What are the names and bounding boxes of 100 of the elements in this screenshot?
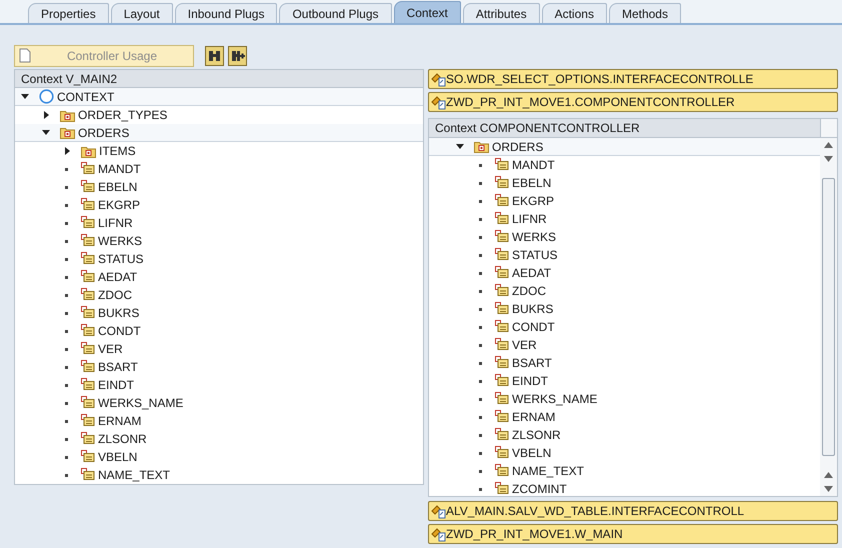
tree-node[interactable]: ZDOC bbox=[512, 282, 546, 300]
find-next-button[interactable] bbox=[228, 46, 247, 66]
attribute-icon bbox=[495, 464, 509, 478]
expanded-arrow-icon[interactable] bbox=[456, 144, 464, 149]
tree-node[interactable]: BSART bbox=[512, 354, 552, 372]
tab[interactable]: Properties bbox=[28, 3, 109, 23]
tree-node[interactable]: WERKS bbox=[98, 232, 142, 250]
tree-node[interactable]: WERKS_NAME bbox=[512, 390, 598, 408]
scroll-up-icon[interactable] bbox=[824, 142, 833, 148]
bullet-icon bbox=[479, 218, 482, 220]
controller-button[interactable]: ZWD_PR_INT_MOVE1.W_MAIN bbox=[428, 524, 838, 544]
tree-node[interactable]: EKGRP bbox=[98, 196, 140, 214]
tree-node[interactable]: VER bbox=[512, 336, 537, 354]
document-icon bbox=[19, 48, 31, 63]
tree-node[interactable]: ORDERS bbox=[78, 124, 130, 142]
tree-node[interactable]: ZLSONR bbox=[512, 426, 561, 444]
bullet-icon bbox=[65, 474, 68, 476]
tab[interactable]: Methods bbox=[608, 3, 681, 23]
tree-node[interactable]: NAME_TEXT bbox=[512, 462, 584, 480]
bullet-icon bbox=[479, 290, 482, 292]
bullet-icon bbox=[65, 276, 68, 278]
expanded-arrow-icon[interactable] bbox=[21, 94, 29, 99]
attribute-icon bbox=[495, 230, 509, 244]
collapsed-arrow-icon[interactable] bbox=[65, 147, 70, 155]
tree-node[interactable]: ZLSONR bbox=[98, 430, 147, 448]
attribute-icon bbox=[495, 446, 509, 460]
attribute-icon bbox=[81, 270, 95, 284]
tab[interactable]: Context bbox=[394, 1, 461, 23]
tree-node[interactable]: BUKRS bbox=[512, 300, 554, 318]
attribute-icon bbox=[495, 266, 509, 280]
controller-icon bbox=[431, 504, 446, 518]
tree-node[interactable]: VER bbox=[98, 340, 123, 358]
tree-node[interactable]: LIFNR bbox=[512, 210, 547, 228]
expanded-arrow-icon[interactable] bbox=[42, 130, 50, 135]
attribute-icon bbox=[81, 288, 95, 302]
tree-node[interactable]: AEDAT bbox=[512, 264, 552, 282]
tree-node[interactable]: CONDT bbox=[512, 318, 555, 336]
tree-node[interactable]: ITEMS bbox=[99, 142, 136, 160]
attribute-icon bbox=[81, 378, 95, 392]
bullet-icon bbox=[479, 236, 482, 238]
attribute-icon bbox=[81, 180, 95, 194]
tree-node[interactable]: BUKRS bbox=[98, 304, 140, 322]
tree-node[interactable]: ERNAM bbox=[512, 408, 556, 426]
tree-node[interactable]: ORDERS bbox=[492, 138, 544, 156]
tab[interactable]: Outbound Plugs bbox=[279, 3, 392, 23]
tree-node[interactable]: AEDAT bbox=[98, 268, 138, 286]
tree-node[interactable]: MANDT bbox=[98, 160, 141, 178]
attribute-icon bbox=[495, 194, 509, 208]
controller-button[interactable]: ZWD_PR_INT_MOVE1.COMPONENTCONTROLLER bbox=[428, 92, 838, 112]
scroll-down-icon[interactable] bbox=[824, 156, 833, 162]
attribute-icon bbox=[81, 216, 95, 230]
tree-node[interactable]: STATUS bbox=[512, 246, 558, 264]
scroll-up-icon[interactable] bbox=[824, 472, 833, 478]
attribute-icon bbox=[81, 234, 95, 248]
tree-node[interactable]: MANDT bbox=[512, 156, 555, 174]
tree-node[interactable]: EINDT bbox=[512, 372, 548, 390]
attribute-icon bbox=[495, 176, 509, 190]
tree-node[interactable]: ERNAM bbox=[98, 412, 142, 430]
folder-icon bbox=[60, 108, 75, 122]
tree-node[interactable]: ORDER_TYPES bbox=[78, 106, 168, 124]
collapsed-arrow-icon[interactable] bbox=[44, 111, 49, 119]
tab[interactable]: Actions bbox=[542, 3, 607, 23]
bullet-icon bbox=[65, 456, 68, 458]
bullet-icon bbox=[479, 254, 482, 256]
controller-button[interactable]: SO.WDR_SELECT_OPTIONS.INTERFACECONTROLLE bbox=[428, 69, 838, 89]
tree-node[interactable]: VBELN bbox=[98, 448, 138, 466]
tree-node[interactable]: ZDOC bbox=[98, 286, 132, 304]
tree-node[interactable]: BSART bbox=[98, 358, 138, 376]
find-button[interactable] bbox=[205, 46, 224, 66]
attribute-icon bbox=[81, 414, 95, 428]
tree-node[interactable]: STATUS bbox=[98, 250, 144, 268]
bullet-icon bbox=[479, 326, 482, 328]
bullet-icon bbox=[479, 344, 482, 346]
tree-node[interactable]: VBELN bbox=[512, 444, 552, 462]
tree-node[interactable]: EBELN bbox=[98, 178, 138, 196]
bullet-icon bbox=[479, 308, 482, 310]
bullet-icon bbox=[479, 398, 482, 400]
tree-node[interactable]: LIFNR bbox=[98, 214, 133, 232]
tree-node[interactable]: NAME_TEXT bbox=[98, 466, 170, 484]
tab[interactable]: Inbound Plugs bbox=[174, 3, 278, 23]
scroll-thumb[interactable] bbox=[822, 178, 835, 456]
bullet-icon bbox=[65, 258, 68, 260]
tree-node[interactable]: EINDT bbox=[98, 376, 134, 394]
tree-node[interactable]: CONTEXT bbox=[57, 88, 114, 106]
tree-node[interactable]: WERKS bbox=[512, 228, 556, 246]
scrollbar[interactable] bbox=[820, 138, 837, 496]
tab[interactable]: Layout bbox=[110, 3, 173, 23]
tree-node[interactable]: ZCOMINT bbox=[512, 480, 567, 496]
attribute-icon bbox=[81, 360, 95, 374]
attribute-icon bbox=[495, 338, 509, 352]
tree-node[interactable]: WERKS_NAME bbox=[98, 394, 184, 412]
scroll-down-icon[interactable] bbox=[824, 486, 833, 492]
bullet-icon bbox=[479, 452, 482, 454]
tree-node[interactable]: CONDT bbox=[98, 322, 141, 340]
tree-node[interactable]: EBELN bbox=[512, 174, 552, 192]
tab[interactable]: Attributes bbox=[462, 3, 540, 23]
controller-icon bbox=[431, 526, 446, 542]
tree-node[interactable]: EKGRP bbox=[512, 192, 554, 210]
controller-button[interactable]: ALV_MAIN.SALV_WD_TABLE.INTERFACECONTROLL bbox=[428, 501, 838, 521]
attribute-icon bbox=[495, 320, 509, 334]
